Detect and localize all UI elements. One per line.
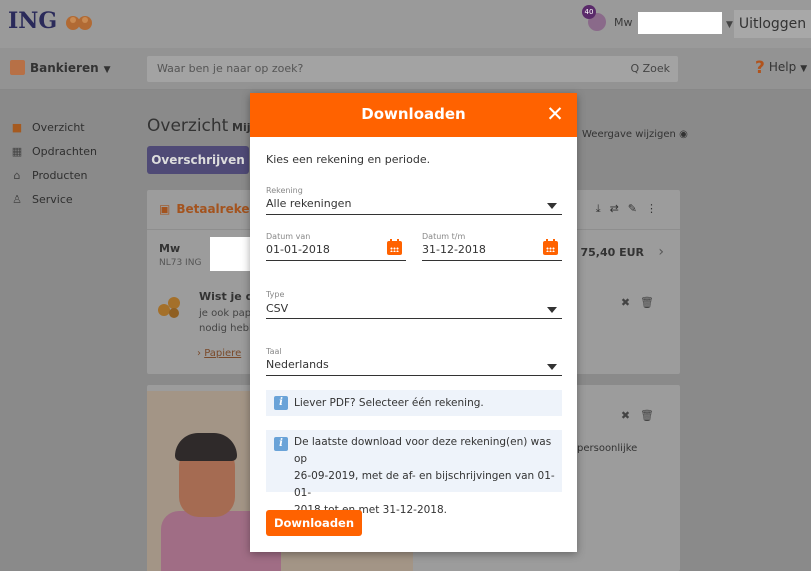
- download-button[interactable]: Downloaden: [266, 510, 362, 536]
- datum-tm-underline: [422, 260, 562, 261]
- datum-van-underline: [266, 260, 406, 261]
- modal-title: Downloaden: [361, 105, 466, 123]
- tip-actions: ✖🗑: [621, 296, 664, 309]
- redacted-user-name: [638, 12, 722, 34]
- info-icon: i: [274, 437, 288, 451]
- user-menu[interactable]: 40 Mw ▼: [582, 5, 736, 38]
- transfer-icon[interactable]: ⇄: [610, 202, 628, 215]
- sidebar-item-service[interactable]: ♙ Service: [10, 188, 130, 212]
- trash-icon[interactable]: 🗑: [640, 296, 664, 309]
- calendar-icon[interactable]: [543, 239, 558, 255]
- info-last-download-box: i De laatste download voor deze rekening…: [266, 430, 562, 516]
- promo-text: persoonlijke: [577, 443, 638, 454]
- tab-mijn[interactable]: Mij: [232, 121, 251, 134]
- info-last-download-text: De laatste download voor deze rekening(e…: [294, 434, 562, 519]
- sidebar-item-opdrachten[interactable]: ▦ Opdrachten: [10, 140, 130, 164]
- info-line: 26-09-2019, met de af- en bijschrijvinge…: [294, 470, 555, 499]
- close-icon[interactable]: ✕: [543, 101, 567, 127]
- sidebar-item-label: Overzicht: [32, 121, 85, 134]
- sidebar-item-label: Opdrachten: [32, 145, 97, 158]
- logout-button[interactable]: Uitloggen: [734, 10, 811, 38]
- side-nav: ■ Overzicht ▦ Opdrachten ⌂ Producten ♙ Servi…: [10, 116, 130, 212]
- rekening-value: Alle rekeningen: [266, 197, 352, 210]
- trash-icon[interactable]: 🗑: [640, 409, 664, 422]
- bankieren-menu[interactable]: Bankieren ▼: [10, 60, 111, 75]
- account-card-title-text: Betaalreke: [176, 202, 250, 216]
- calendar-icon: ▦: [11, 145, 23, 158]
- type-label: Type: [266, 290, 285, 299]
- weergave-wijzigen-link[interactable]: Weergave wijzigen ◉: [582, 129, 688, 140]
- account-balance: 75,40 EUR: [580, 246, 644, 259]
- user-name-prefix: Mw: [614, 16, 633, 29]
- bankieren-label: Bankieren: [30, 61, 99, 75]
- coins-icon: [158, 297, 180, 318]
- account-holder[interactable]: Mw: [159, 242, 180, 255]
- datum-van-value: 01-01-2018: [266, 243, 330, 256]
- account-card-title[interactable]: ▣ Betaalreke: [159, 202, 250, 216]
- help-menu[interactable]: ? Help ▼: [755, 58, 807, 78]
- rekening-underline: [266, 214, 562, 215]
- ing-logo[interactable]: ING: [8, 8, 57, 34]
- calendar-icon[interactable]: [387, 239, 402, 255]
- chevron-down-icon: [547, 364, 557, 370]
- bank-icon: ⌂: [13, 169, 21, 182]
- search-bar[interactable]: Waar ben je naar op zoek? Q Zoek: [147, 56, 678, 82]
- info-icon: i: [274, 396, 288, 410]
- tip-link-label: Papiere: [204, 348, 242, 359]
- top-bar: ING 40 Mw ▼ Uitloggen: [0, 0, 811, 48]
- sidebar-item-label: Service: [32, 193, 73, 206]
- chevron-down-icon: ▼: [103, 65, 111, 75]
- sidebar-item-overzicht[interactable]: ■ Overzicht: [10, 116, 130, 140]
- chevron-down-icon: ▼: [800, 64, 808, 74]
- home-icon: ■: [11, 121, 23, 134]
- search-button[interactable]: Q Zoek: [630, 62, 670, 75]
- page-title: Overzicht: [147, 116, 229, 136]
- wallet-icon: ▣: [159, 202, 171, 216]
- weergave-label: Weergave wijzigen: [582, 129, 676, 140]
- info-line: De laatste download voor deze rekening(e…: [294, 436, 552, 465]
- pencil-icon[interactable]: ✎: [628, 202, 646, 215]
- nav-bar: Bankieren ▼ Waar ben je naar op zoek? Q Z…: [0, 48, 811, 90]
- modal-header: Downloaden ✕: [250, 93, 577, 137]
- bank-icon: [10, 60, 25, 75]
- help-label: Help: [768, 60, 797, 74]
- datum-tm-value: 31-12-2018: [422, 243, 486, 256]
- close-circle-icon[interactable]: ✖: [621, 409, 640, 422]
- person-icon: ♙: [12, 193, 22, 206]
- chevron-right-icon: ›: [197, 348, 201, 359]
- search-input[interactable]: Waar ben je naar op zoek?: [157, 62, 303, 75]
- info-pdf-box: i Liever PDF? Selecteer één rekening.: [266, 390, 562, 416]
- chevron-right-icon[interactable]: ›: [658, 244, 664, 260]
- chevron-down-icon: [547, 307, 557, 313]
- sidebar-item-producten[interactable]: ⌂ Producten: [10, 164, 130, 188]
- overschrijven-button[interactable]: Overschrijven: [147, 146, 249, 174]
- promo-actions: ✖🗑: [621, 409, 664, 422]
- illustration-hair: [175, 433, 237, 461]
- rekening-label: Rekening: [266, 186, 303, 195]
- notification-badge: 40: [582, 5, 596, 19]
- info-pdf-text: Liever PDF? Selecteer één rekening.: [294, 397, 484, 409]
- taal-value: Nederlands: [266, 358, 329, 371]
- lion-logo-icon: [66, 16, 92, 30]
- datum-tm-label: Datum t/m: [422, 232, 466, 241]
- tip-link[interactable]: › Papiere: [197, 348, 241, 359]
- type-underline: [266, 318, 562, 319]
- sidebar-item-label: Producten: [32, 169, 88, 182]
- modal-intro: Kies een rekening en periode.: [266, 153, 431, 166]
- account-iban: NL73 ING: [159, 258, 202, 268]
- datum-van-label: Datum van: [266, 232, 311, 241]
- type-value: CSV: [266, 302, 289, 315]
- taal-underline: [266, 375, 562, 376]
- chevron-down-icon: [547, 203, 557, 209]
- chevron-down-icon: ▼: [726, 20, 733, 30]
- close-circle-icon[interactable]: ✖: [621, 296, 640, 309]
- download-icon[interactable]: ⤓: [596, 202, 610, 215]
- taal-label: Taal: [266, 347, 282, 356]
- download-modal: Downloaden ✕ Kies een rekening en period…: [250, 93, 577, 552]
- question-icon: ?: [755, 58, 765, 78]
- eye-icon: ◉: [679, 129, 688, 140]
- more-icon[interactable]: ⋮: [646, 202, 666, 215]
- account-card-actions: ⤓⇄✎⋮: [596, 202, 666, 216]
